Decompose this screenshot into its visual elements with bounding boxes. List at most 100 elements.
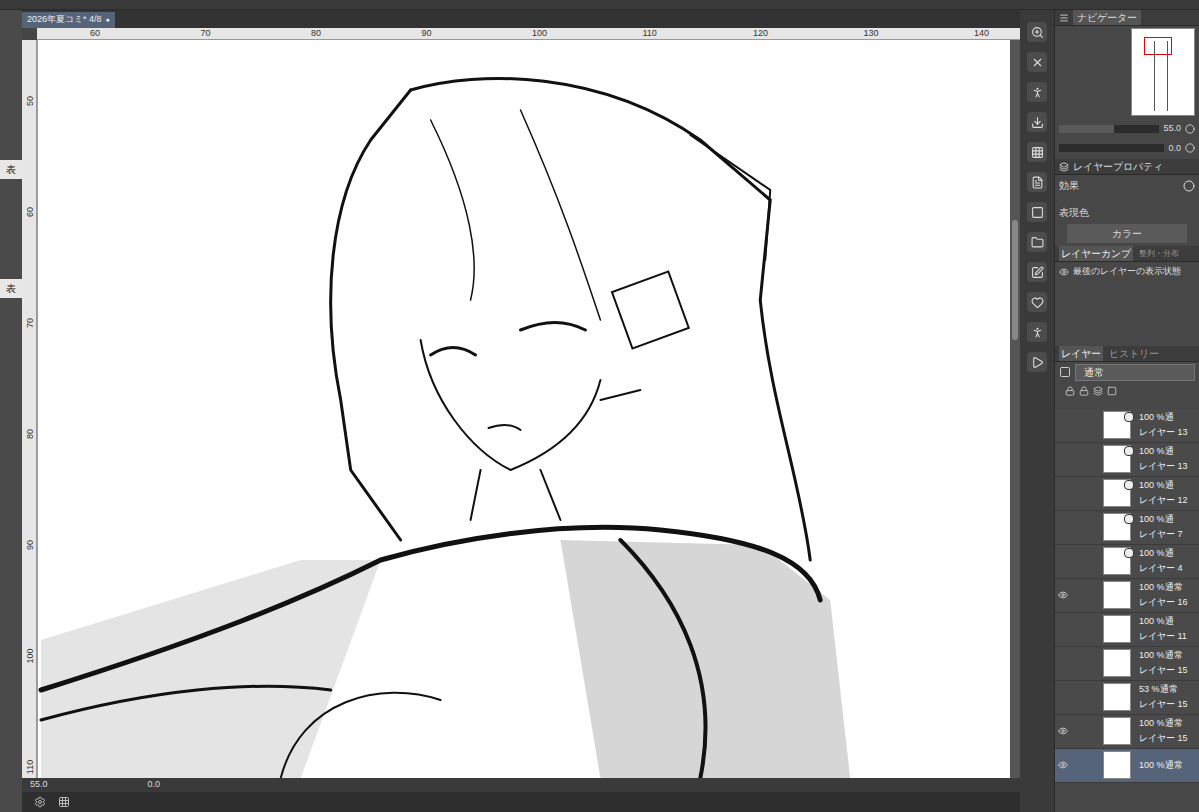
layer-thumbnail xyxy=(1103,649,1131,677)
layer-thumbnail xyxy=(1103,479,1131,507)
layer-mode: 53 %通常 xyxy=(1139,682,1188,697)
angle-reset-icon[interactable] xyxy=(1185,143,1195,153)
panel-button[interactable] xyxy=(1027,82,1047,102)
navigator-tab[interactable]: ナビゲーター xyxy=(1073,10,1141,25)
panel-icon xyxy=(1031,56,1044,69)
navigator-sliders: 55.00.0 xyxy=(1055,118,1199,159)
top-toolbar xyxy=(0,0,1199,10)
layer-comp-header: レイヤーカンプ整列・分布 xyxy=(1055,246,1199,262)
zoom-reset-icon[interactable] xyxy=(1185,124,1195,134)
layer-name: レイヤー 11 xyxy=(1139,629,1187,644)
document-tab[interactable]: 2026年夏コミ* 4/8● xyxy=(22,12,115,28)
lock-icon[interactable] xyxy=(1079,386,1089,396)
settings-icon[interactable] xyxy=(34,796,46,808)
layer-mode: 100 %通常 xyxy=(1139,648,1188,663)
panel-tab[interactable]: レイヤーカンプ xyxy=(1059,246,1133,261)
zoom-value[interactable]: 55.0 xyxy=(30,778,48,792)
layer-list: 100 %通レイヤー 13100 %通レイヤー 13100 %通レイヤー 121… xyxy=(1055,399,1199,812)
clipping-badge xyxy=(1124,446,1134,456)
lock-icon[interactable] xyxy=(1065,386,1075,396)
panel-button[interactable] xyxy=(1027,352,1047,372)
layer-comp-item[interactable]: 最後のレイヤーの表示状態 xyxy=(1055,262,1199,282)
panel-button[interactable] xyxy=(1027,202,1047,222)
layer-row[interactable]: 100 %通常レイヤー 15 xyxy=(1055,715,1199,749)
layer-color-icon[interactable] xyxy=(1059,366,1071,378)
layer-thumbnail xyxy=(1103,513,1131,541)
ruler-label: 50 xyxy=(25,94,35,109)
blend-mode-select[interactable]: 通常 xyxy=(1075,364,1195,381)
panel-icon xyxy=(1031,206,1044,219)
angle-value[interactable]: 0.0 xyxy=(148,778,161,792)
panel-button[interactable] xyxy=(1027,142,1047,162)
layer-name: レイヤー 13 xyxy=(1139,459,1188,474)
layer-thumbnail xyxy=(1103,445,1131,473)
layer-row[interactable]: 53 %通常レイヤー 15 xyxy=(1055,681,1199,715)
layer-mode: 100 %通 xyxy=(1139,546,1183,561)
panel-button[interactable] xyxy=(1027,52,1047,72)
panel-button[interactable] xyxy=(1027,172,1047,192)
layer-row[interactable]: 100 %通レイヤー 13 xyxy=(1055,443,1199,477)
effect-icon[interactable] xyxy=(1183,180,1195,192)
layer-row[interactable]: 100 %通レイヤー 13 xyxy=(1055,409,1199,443)
grid-icon[interactable] xyxy=(58,796,70,808)
panel-button[interactable] xyxy=(1027,292,1047,312)
layer-mode: 100 %通常 xyxy=(1139,580,1188,595)
ruler-label: 100 xyxy=(25,649,35,664)
clipping-badge xyxy=(1124,480,1134,490)
layer-thumbnail xyxy=(1103,547,1131,575)
ruler-label: 100 xyxy=(532,28,547,39)
layer-mode: 100 %通 xyxy=(1139,614,1187,629)
tool-icon-column xyxy=(1020,10,1054,812)
clipping-badge xyxy=(1124,514,1134,524)
ruler-label: 120 xyxy=(753,28,768,39)
panel-button[interactable] xyxy=(1027,322,1047,342)
panel-button[interactable] xyxy=(1027,112,1047,132)
layer-thumbnail xyxy=(1103,581,1131,609)
navigator-header: ナビゲーター xyxy=(1055,10,1199,26)
layer-row[interactable]: 100 %通レイヤー 12 xyxy=(1055,477,1199,511)
layer-row[interactable]: 100 %通常 xyxy=(1055,749,1199,783)
vertical-scrollbar[interactable] xyxy=(1010,40,1020,778)
layer-row[interactable]: 100 %通レイヤー 11 xyxy=(1055,613,1199,647)
clipping-badge xyxy=(1124,548,1134,558)
panel-icon xyxy=(1031,326,1044,339)
left-panel-label: 表 xyxy=(0,279,22,298)
layers-header: レイヤーヒストリー xyxy=(1055,346,1199,362)
menu-icon[interactable] xyxy=(1059,13,1069,23)
canvas[interactable] xyxy=(37,40,1010,778)
panel-icon xyxy=(1031,296,1044,309)
layer-row[interactable]: 100 %通レイヤー 4 xyxy=(1055,545,1199,579)
ruler-label: 70 xyxy=(201,28,211,39)
navigator-preview[interactable] xyxy=(1055,26,1199,118)
layer-thumbnail xyxy=(1103,717,1131,745)
panel-tab[interactable]: 整列・分布 xyxy=(1137,248,1181,260)
canvas-column: 2026年夏コミ* 4/8●60708090100110120130140506… xyxy=(22,10,1020,812)
color-mode-button[interactable]: カラー xyxy=(1067,224,1187,243)
layer-mode: 100 %通常 xyxy=(1139,716,1188,731)
panel-tab[interactable]: ヒストリー xyxy=(1107,346,1161,361)
layers-icon[interactable] xyxy=(1093,386,1103,396)
ruler-label: 110 xyxy=(643,28,657,39)
layer-mode: 100 %通 xyxy=(1139,410,1188,425)
panel-button[interactable] xyxy=(1027,262,1047,282)
ruler-label: 90 xyxy=(422,28,432,39)
eye-icon[interactable] xyxy=(1058,590,1068,600)
mask-icon[interactable] xyxy=(1107,386,1117,396)
layer-row[interactable]: 100 %通常レイヤー 15 xyxy=(1055,647,1199,681)
ruler-label: 80 xyxy=(311,28,321,39)
eye-icon[interactable] xyxy=(1058,760,1068,770)
artwork[interactable] xyxy=(38,40,1010,778)
panel-button[interactable] xyxy=(1027,232,1047,252)
layer-thumbnail xyxy=(1103,751,1131,779)
eye-icon[interactable] xyxy=(1059,267,1069,277)
layer-row[interactable]: 100 %通レイヤー 7 xyxy=(1055,511,1199,545)
layer-name: レイヤー 15 xyxy=(1139,663,1188,678)
panel-tab[interactable]: レイヤー xyxy=(1059,346,1103,361)
left-ruler: 5060708090100110 xyxy=(22,40,37,778)
eye-icon[interactable] xyxy=(1058,726,1068,736)
zoom-slider[interactable] xyxy=(1059,125,1159,133)
panel-button[interactable] xyxy=(1027,22,1047,42)
angle-slider[interactable] xyxy=(1059,144,1164,152)
layer-row[interactable]: 100 %通常レイヤー 16 xyxy=(1055,579,1199,613)
panel-icon xyxy=(1031,86,1044,99)
